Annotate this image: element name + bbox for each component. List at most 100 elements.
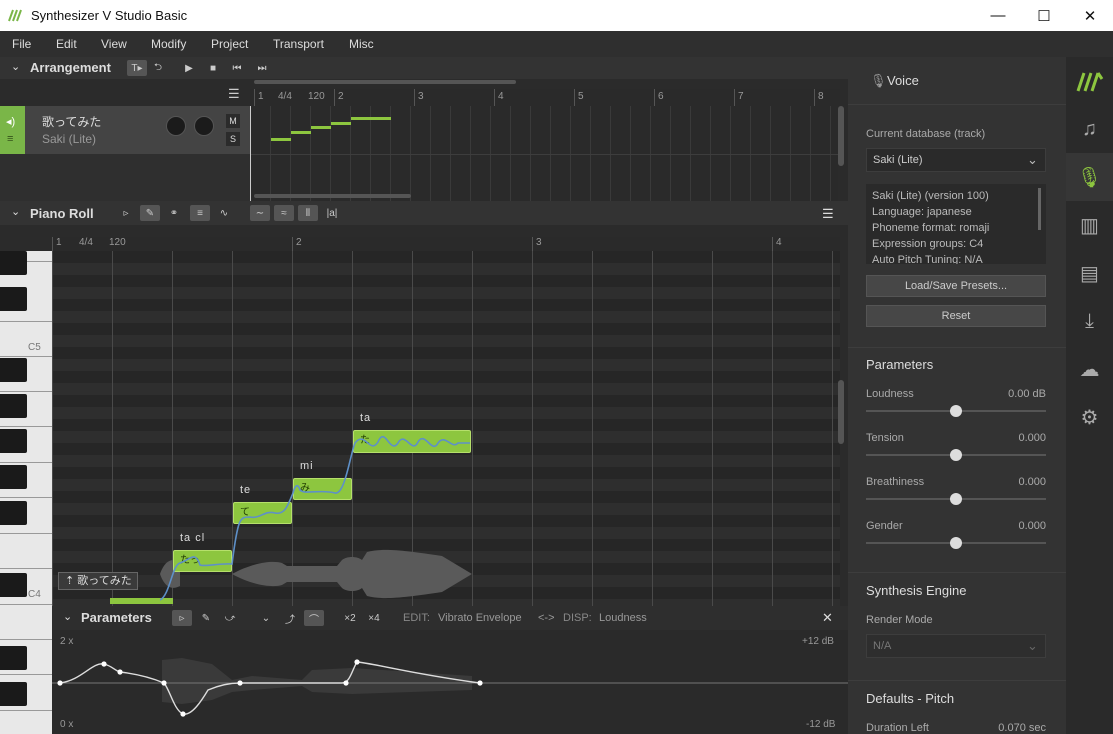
menu-modify[interactable]: Modify [151, 37, 186, 51]
menu-transport[interactable]: Transport [273, 37, 324, 51]
track-row[interactable]: ◂) ≡ 歌ってみた Saki (Lite) M S [0, 106, 250, 154]
pitch-curve-button[interactable]: ∿ [214, 205, 234, 221]
param-smooth-button[interactable]: ⌄ [256, 610, 276, 626]
track-tag[interactable]: ⇡ 歌ってみた [58, 572, 138, 590]
menu-view[interactable]: View [101, 37, 127, 51]
param-pointer-button[interactable]: ▹ [172, 610, 192, 626]
collapse-parameters-icon[interactable]: ⌄ [63, 610, 72, 623]
gender-label: Gender [866, 520, 903, 532]
database-select[interactable]: Saki (Lite) ⌄ [866, 148, 1046, 172]
param-pen-button[interactable]: ✎ [196, 610, 216, 626]
time-signature: 4/4 [79, 237, 93, 248]
voice-panel-title: Voice [887, 73, 919, 88]
arrangement-hscroll[interactable] [254, 80, 516, 84]
library-icon[interactable]: ▥ [1066, 201, 1113, 249]
tension-handle[interactable] [950, 449, 962, 461]
breathiness-label: Breathiness [866, 476, 925, 488]
multiply-4-button[interactable]: ×4 [364, 610, 384, 626]
menu-project[interactable]: Project [211, 37, 248, 51]
load-save-presets-button[interactable]: Load/Save Presets... [866, 275, 1046, 297]
show-pitch-button[interactable]: ∼ [250, 205, 270, 221]
parameters-graph[interactable]: 2 x 0 x +12 dB -12 dB [52, 630, 848, 734]
play-button[interactable]: ▶ [179, 60, 199, 76]
stop-button[interactable]: ■ [203, 60, 223, 76]
loudness-value: 0.00 dB [1008, 388, 1046, 400]
loop-button[interactable]: ⮌ [148, 60, 168, 76]
close-button[interactable]: ✕ [1067, 0, 1113, 31]
render-export-icon[interactable]: ⤓ [1066, 297, 1113, 345]
close-parameters-button[interactable]: ✕ [822, 610, 833, 626]
render-mode-value: N/A [873, 640, 892, 652]
info-scrollbar[interactable] [1038, 188, 1041, 230]
pointer-tool-button[interactable]: ▹ [116, 205, 136, 221]
param-line-button[interactable]: ⤻ [220, 610, 240, 626]
multiply-2-button[interactable]: ×2 [340, 610, 360, 626]
piano-roll-label: Piano Roll [30, 206, 94, 221]
param-ramp-button[interactable]: ⤴ [280, 610, 300, 626]
solo-button[interactable]: S [226, 132, 240, 146]
playhead[interactable] [250, 106, 251, 201]
show-waveform-button[interactable]: ⦀ [298, 205, 318, 221]
volume-knob[interactable] [166, 116, 186, 136]
voice-microphone-icon[interactable]: 🎙 [1066, 153, 1113, 201]
tension-value: 0.000 [1018, 432, 1046, 444]
disp-value[interactable]: Loudness [599, 612, 647, 624]
bar-number: 6 [658, 91, 664, 102]
reset-button[interactable]: Reset [866, 305, 1046, 327]
piano-roll-header: ⌄ Piano Roll ▹ ✎ ⚭ ≡ ∿ ∼ ≈ ⦀ |a| ☰ [0, 201, 848, 225]
gear-icon[interactable]: ⚙ [1066, 393, 1113, 441]
mute-button[interactable]: M [226, 114, 240, 128]
menu-file[interactable]: File [12, 37, 31, 51]
link-tool-button[interactable]: ⚭ [164, 205, 184, 221]
cloud-icon[interactable]: ☁ [1066, 345, 1113, 393]
maximize-button[interactable]: ☐ [1021, 0, 1067, 31]
arrangement-vscroll[interactable] [838, 106, 844, 166]
breathiness-handle[interactable] [950, 493, 962, 505]
forward-button[interactable]: ⏭ [252, 60, 272, 76]
piano-roll-ruler[interactable]: 1 4/4 120 2 3 4 [52, 237, 840, 251]
menu-misc[interactable]: Misc [349, 37, 374, 51]
render-mode-select[interactable]: N/A ⌄ [866, 634, 1046, 658]
piano-roll-menu-icon[interactable]: ☰ [822, 206, 834, 222]
arrangement-ruler[interactable]: 1 4/4 120 2 3 4 5 6 7 8 [250, 89, 840, 106]
info-line: Expression groups: C4 [872, 238, 984, 250]
snap-button[interactable]: ≡ [190, 205, 210, 221]
bar-number: 2 [296, 237, 302, 248]
info-line: Auto Pitch Tuning: N/A [872, 254, 983, 264]
parameters-title: Parameters [866, 357, 934, 372]
track-name[interactable]: 歌ってみた [42, 113, 101, 130]
collapse-arrangement-icon[interactable]: ⌄ [11, 60, 20, 73]
minimize-button[interactable]: — [975, 0, 1021, 31]
database-value: Saki (Lite) [873, 154, 923, 166]
synthesis-engine-title: Synthesis Engine [866, 583, 967, 598]
note-lyric[interactable]: ta [360, 412, 371, 424]
arrangement-note [311, 126, 331, 129]
piano-roll-vscroll[interactable] [838, 380, 844, 444]
arrangement-menu-icon[interactable]: ☰ [228, 86, 240, 102]
lyrics-book-icon[interactable]: ▤ [1066, 249, 1113, 297]
pen-tool-button[interactable]: ✎ [140, 205, 160, 221]
show-phonemes-button[interactable]: |a| [322, 205, 342, 221]
select-tool-button[interactable]: T▸ [127, 60, 147, 76]
bar-number: 8 [818, 91, 824, 102]
loudness-handle[interactable] [950, 405, 962, 417]
note-properties-icon[interactable]: ♫ [1066, 105, 1113, 153]
gender-handle[interactable] [950, 537, 962, 549]
track-drag-icon[interactable]: ≡ [7, 133, 13, 145]
piano-keyboard[interactable]: C5 C4 [0, 251, 52, 734]
parameter-curve [52, 658, 848, 717]
arrangement-header: ⌄ Arrangement T▸ ⮌ ▶ ■ ⏮ ⏭ [0, 57, 848, 79]
param-arc-button[interactable]: ⌒ [304, 610, 324, 626]
pan-knob[interactable] [194, 116, 214, 136]
edit-value[interactable]: Vibrato Envelope [438, 612, 522, 624]
collapse-piano-roll-icon[interactable]: ⌄ [11, 205, 20, 218]
bar-number: 7 [738, 91, 744, 102]
info-line: Language: japanese [872, 206, 972, 218]
menu-edit[interactable]: Edit [56, 37, 77, 51]
rewind-button[interactable]: ⏮ [227, 60, 247, 76]
arrangement-grid[interactable] [250, 106, 838, 201]
show-vibrato-button[interactable]: ≈ [274, 205, 294, 221]
arrangement-hscroll-bottom[interactable] [254, 194, 411, 198]
chevron-down-icon: ⌄ [1027, 152, 1038, 167]
swap-arrows-icon[interactable]: <-> [538, 612, 555, 624]
